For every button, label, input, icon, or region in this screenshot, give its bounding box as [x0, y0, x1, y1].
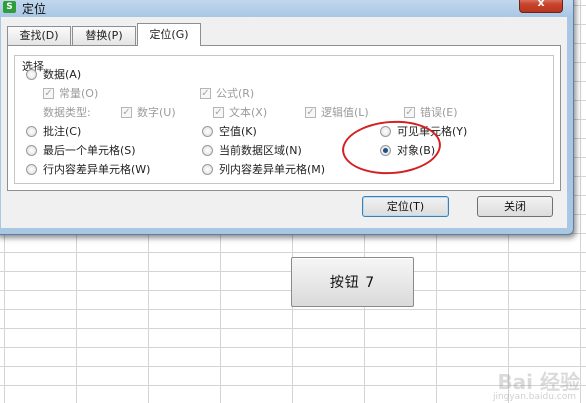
option-visible-cells[interactable]: 可见单元格(Y)	[380, 123, 467, 139]
option-row-diff-label: 行内容差异单元格(W)	[43, 163, 151, 176]
option-col-diff[interactable]: 列内容差异单元格(M)	[202, 161, 325, 177]
option-logical: ✓ 逻辑值(L)	[305, 104, 369, 120]
option-data-label: 数据(A)	[43, 68, 82, 81]
option-logical-label: 逻辑值(L)	[321, 106, 369, 119]
goto-dialog: S 定位 x 查找(D) 替换(P) 定位(G) 选择 数据(A) ✓ 常量(O…	[0, 0, 574, 235]
radio-data[interactable]	[26, 68, 37, 80]
watermark-logo: Bai 经验	[497, 370, 580, 394]
option-col-diff-label: 列内容差异单元格(M)	[219, 163, 326, 176]
sheet-button-7[interactable]: 按钮 7	[291, 257, 414, 307]
radio-last-cell[interactable]	[26, 144, 37, 156]
option-text-label: 文本(X)	[229, 106, 268, 119]
option-row-diff[interactable]: 行内容差异单元格(W)	[26, 161, 150, 177]
checkbox-text: ✓	[213, 106, 224, 118]
tab-replace[interactable]: 替换(P)	[72, 26, 136, 45]
data-type-label: 数据类型:	[43, 104, 91, 120]
option-visible-cells-label: 可见单元格(Y)	[397, 125, 468, 138]
radio-blank[interactable]	[202, 125, 213, 137]
goto-tab-panel: 选择 数据(A) ✓ 常量(O) ✓ 公式(R) 数据类型: ✓ 数字(U) ✓…	[7, 45, 561, 191]
option-constant-label: 常量(O)	[59, 87, 99, 100]
wps-app-icon: S	[3, 1, 16, 13]
checkbox-constant: ✓	[43, 87, 54, 99]
window-close-button[interactable]: x	[519, 0, 563, 13]
option-objects-label: 对象(B)	[397, 144, 436, 157]
option-number-label: 数字(U)	[137, 106, 176, 119]
watermark-url: jingyan.baidu.com	[492, 392, 576, 402]
checkbox-number: ✓	[121, 106, 132, 118]
option-last-cell-label: 最后一个单元格(S)	[43, 144, 136, 157]
title-bar[interactable]: S 定位 x	[0, 0, 573, 17]
option-formula: ✓ 公式(R)	[200, 85, 254, 101]
checkbox-formula: ✓	[200, 87, 211, 99]
checkbox-error: ✓	[404, 106, 415, 118]
option-error: ✓ 错误(E)	[404, 104, 458, 120]
checkbox-logical: ✓	[305, 106, 316, 118]
option-data[interactable]: 数据(A)	[26, 66, 81, 82]
close-button[interactable]: 关闭	[477, 196, 553, 217]
option-current-region[interactable]: 当前数据区域(N)	[202, 142, 302, 158]
option-number: ✓ 数字(U)	[121, 104, 176, 120]
tab-find[interactable]: 查找(D)	[7, 26, 71, 45]
locate-button[interactable]: 定位(T)	[362, 196, 449, 217]
dialog-client: 查找(D) 替换(P) 定位(G) 选择 数据(A) ✓ 常量(O) ✓ 公式(…	[1, 17, 567, 228]
radio-current-region[interactable]	[202, 144, 213, 156]
option-last-cell[interactable]: 最后一个单元格(S)	[26, 142, 136, 158]
radio-visible-cells[interactable]	[380, 125, 391, 137]
option-blank-label: 空值(K)	[219, 125, 257, 138]
tab-goto[interactable]: 定位(G)	[137, 23, 201, 46]
option-formula-label: 公式(R)	[216, 87, 255, 100]
option-blank[interactable]: 空值(K)	[202, 123, 257, 139]
data-type-text: 数据类型:	[43, 106, 91, 119]
radio-objects[interactable]	[380, 144, 391, 156]
radio-comment[interactable]	[26, 125, 37, 137]
radio-row-diff[interactable]	[26, 163, 37, 175]
option-objects[interactable]: 对象(B)	[380, 142, 435, 158]
option-error-label: 错误(E)	[420, 106, 458, 119]
radio-col-diff[interactable]	[202, 163, 213, 175]
option-current-region-label: 当前数据区域(N)	[219, 144, 302, 157]
option-text: ✓ 文本(X)	[213, 104, 267, 120]
option-constant: ✓ 常量(O)	[43, 85, 98, 101]
dialog-title: 定位	[22, 2, 47, 16]
option-comment-label: 批注(C)	[43, 125, 82, 138]
option-comment[interactable]: 批注(C)	[26, 123, 81, 139]
